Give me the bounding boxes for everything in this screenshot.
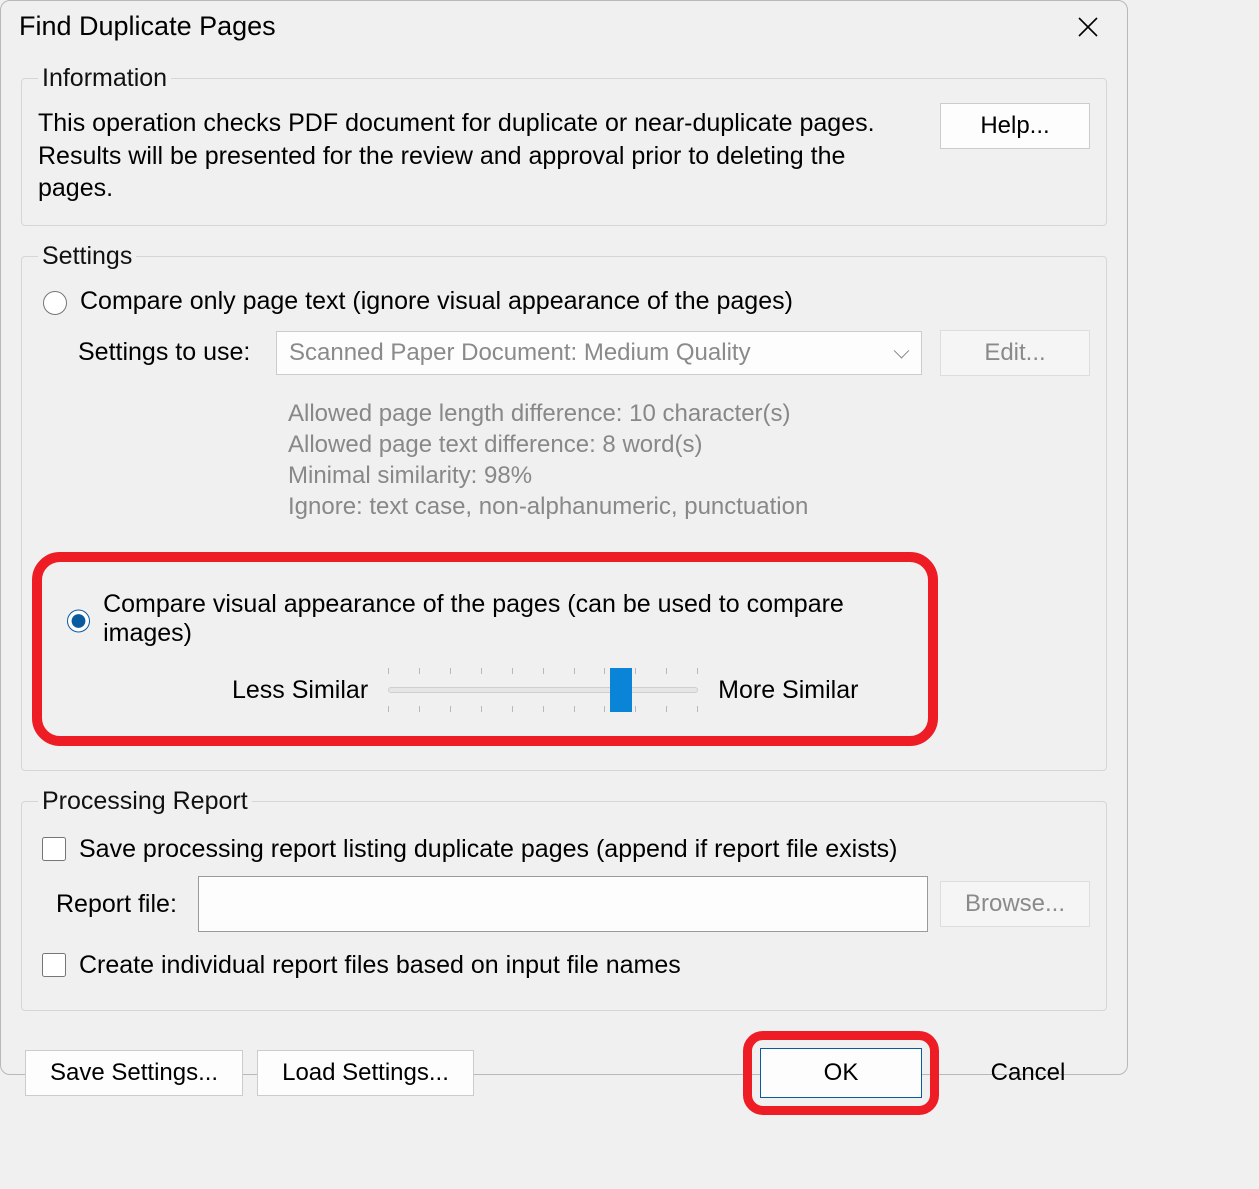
- settings-to-use-label: Settings to use:: [78, 338, 258, 367]
- information-text: This operation checks PDF document for d…: [38, 103, 916, 207]
- settings-combo[interactable]: Scanned Paper Document: Medium Quality: [276, 331, 922, 375]
- detail-length: Allowed page length difference: 10 chara…: [288, 398, 1090, 429]
- dialog-buttons: Save Settings... Load Settings... OK Can…: [1, 1021, 1127, 1129]
- information-legend: Information: [38, 64, 171, 93]
- similarity-slider-row: Less Similar More Similar: [232, 668, 908, 712]
- settings-group: Settings Compare only page text (ignore …: [21, 242, 1107, 772]
- settings-legend: Settings: [38, 242, 136, 271]
- individual-reports-label: Create individual report files based on …: [79, 951, 681, 980]
- report-file-label: Report file:: [56, 890, 186, 919]
- detail-similarity: Minimal similarity: 98%: [288, 460, 1090, 491]
- cancel-button[interactable]: Cancel: [953, 1051, 1103, 1095]
- similarity-slider[interactable]: [388, 668, 698, 712]
- close-icon: [1077, 16, 1099, 38]
- save-settings-button[interactable]: Save Settings...: [25, 1050, 243, 1096]
- help-button[interactable]: Help...: [940, 103, 1090, 149]
- individual-reports-checkbox[interactable]: [42, 953, 66, 977]
- titlebar: Find Duplicate Pages: [1, 1, 1127, 48]
- edit-settings-button: Edit...: [940, 330, 1090, 376]
- dialog-title: Find Duplicate Pages: [19, 11, 276, 42]
- more-similar-label: More Similar: [718, 676, 858, 705]
- save-report-label: Save processing report listing duplicate…: [79, 835, 898, 864]
- settings-combo-value: Scanned Paper Document: Medium Quality: [289, 339, 751, 367]
- settings-to-use-row: Settings to use: Scanned Paper Document:…: [78, 330, 1090, 376]
- processing-report-legend: Processing Report: [38, 787, 252, 816]
- load-settings-button[interactable]: Load Settings...: [257, 1050, 474, 1096]
- report-file-row: Report file: Browse...: [56, 876, 1090, 932]
- processing-report-group: Processing Report Save processing report…: [21, 787, 1107, 1011]
- detail-ignore: Ignore: text case, non-alphanumeric, pun…: [288, 491, 1090, 522]
- compare-visual-label: Compare visual appearance of the pages (…: [103, 590, 908, 648]
- compare-text-radio[interactable]: [43, 291, 67, 315]
- compare-text-label: Compare only page text (ignore visual ap…: [80, 287, 793, 316]
- compare-visual-radio[interactable]: [67, 609, 90, 633]
- information-group: Information This operation checks PDF do…: [21, 64, 1107, 226]
- close-button[interactable]: [1067, 12, 1109, 42]
- visual-mode-callout: Compare visual appearance of the pages (…: [32, 552, 938, 746]
- report-file-input[interactable]: [198, 876, 928, 932]
- individual-reports-check-row[interactable]: Create individual report files based on …: [38, 950, 1090, 980]
- find-duplicate-pages-dialog: Find Duplicate Pages Information This op…: [0, 0, 1128, 1075]
- detail-text-diff: Allowed page text difference: 8 word(s): [288, 429, 1090, 460]
- ok-callout: OK: [743, 1031, 939, 1115]
- compare-visual-radio-row[interactable]: Compare visual appearance of the pages (…: [62, 590, 908, 648]
- less-similar-label: Less Similar: [232, 676, 368, 705]
- ok-button[interactable]: OK: [760, 1048, 922, 1098]
- settings-details: Allowed page length difference: 10 chara…: [288, 398, 1090, 523]
- browse-button: Browse...: [940, 881, 1090, 927]
- compare-text-radio-row[interactable]: Compare only page text (ignore visual ap…: [38, 287, 1090, 316]
- save-report-check-row[interactable]: Save processing report listing duplicate…: [38, 834, 1090, 864]
- save-report-checkbox[interactable]: [42, 837, 66, 861]
